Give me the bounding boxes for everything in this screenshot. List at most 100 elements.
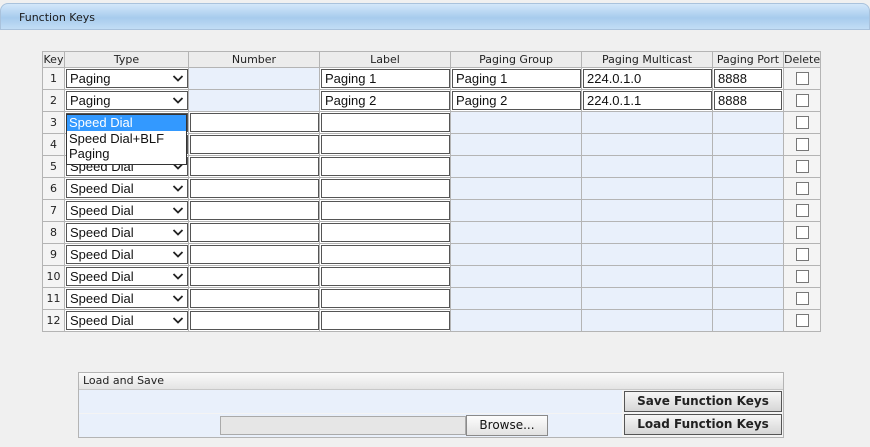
label-input[interactable]	[321, 289, 450, 308]
type-select[interactable]: Paging	[66, 69, 188, 88]
number-input[interactable]	[190, 289, 319, 308]
paging-multicast-cell-disabled	[581, 111, 713, 134]
key-number: 10	[42, 265, 65, 288]
label-input[interactable]	[321, 267, 450, 286]
type-select-value: Speed Dial	[70, 203, 134, 218]
type-select[interactable]: Speed Dial	[66, 289, 188, 308]
paging-group-cell-disabled	[450, 177, 582, 200]
column-header-delete: Delete	[782, 51, 822, 68]
type-select-value: Speed Dial	[70, 181, 134, 196]
table-row: 1 Paging Paging 1 Paging 1 224.0.1.0 8888	[42, 67, 822, 90]
delete-checkbox[interactable]	[795, 292, 809, 306]
type-select[interactable]: Speed Dial	[66, 223, 188, 242]
key-number: 2	[42, 89, 65, 112]
paging-multicast-cell-disabled	[581, 155, 713, 178]
delete-checkbox[interactable]	[795, 248, 809, 262]
number-input[interactable]	[190, 311, 319, 330]
table-row: 2 Paging Paging 2 Paging 2 224.0.1.1 8888	[42, 89, 822, 112]
paging-port-cell-disabled	[712, 177, 784, 200]
chevron-down-icon	[172, 75, 184, 82]
number-input[interactable]	[190, 267, 319, 286]
type-select[interactable]: Speed Dial	[66, 179, 188, 198]
save-function-keys-button[interactable]: Save Function Keys	[624, 391, 782, 412]
number-input[interactable]	[190, 135, 319, 154]
table-row: 10 Speed Dial	[42, 265, 822, 288]
type-dropdown-list[interactable]: Speed Dial Speed Dial+BLF Paging	[66, 114, 187, 165]
number-input[interactable]	[190, 223, 319, 242]
delete-checkbox[interactable]	[795, 94, 809, 108]
table-row: 9 Speed Dial	[42, 243, 822, 266]
label-input[interactable]	[321, 135, 450, 154]
paging-multicast-cell-disabled	[581, 243, 713, 266]
type-select-value: Speed Dial	[70, 247, 134, 262]
column-header-paging-group: Paging Group	[450, 51, 582, 68]
delete-checkbox[interactable]	[795, 160, 809, 174]
dropdown-option-speed-dial[interactable]: Speed Dial	[67, 115, 186, 131]
column-header-label: Label	[319, 51, 451, 68]
paging-group-input[interactable]: Paging 1	[452, 69, 581, 88]
label-input[interactable]	[321, 179, 450, 198]
key-number: 7	[42, 199, 65, 222]
paging-group-cell-disabled	[450, 265, 582, 288]
key-number: 8	[42, 221, 65, 244]
delete-checkbox[interactable]	[795, 72, 809, 86]
paging-group-cell-disabled	[450, 155, 582, 178]
key-number: 11	[42, 287, 65, 310]
paging-port-input[interactable]: 8888	[714, 69, 782, 88]
label-input[interactable]	[321, 311, 450, 330]
type-select[interactable]: Speed Dial	[66, 311, 188, 330]
type-select[interactable]: Speed Dial	[66, 201, 188, 220]
paging-group-cell-disabled	[450, 287, 582, 310]
delete-checkbox[interactable]	[795, 270, 809, 284]
file-path-field[interactable]	[220, 416, 466, 435]
paging-port-cell-disabled	[712, 243, 784, 266]
paging-multicast-cell-disabled	[581, 199, 713, 222]
paging-group-cell-disabled	[450, 199, 582, 222]
dropdown-option-paging[interactable]: Paging	[67, 146, 186, 162]
type-select-value: Paging	[70, 93, 111, 108]
label-input[interactable]	[321, 113, 450, 132]
dropdown-option-speed-dial-blf[interactable]: Speed Dial+BLF	[67, 131, 186, 147]
delete-checkbox[interactable]	[795, 204, 809, 218]
paging-port-cell-disabled	[712, 199, 784, 222]
browse-button[interactable]: Browse...	[466, 415, 548, 436]
paging-multicast-cell-disabled	[581, 177, 713, 200]
label-input[interactable]	[321, 223, 450, 242]
label-input[interactable]	[321, 157, 450, 176]
delete-checkbox[interactable]	[795, 226, 809, 240]
type-select[interactable]: Speed Dial	[66, 245, 188, 264]
number-input[interactable]	[190, 201, 319, 220]
delete-checkbox[interactable]	[795, 182, 809, 196]
key-number: 6	[42, 177, 65, 200]
chevron-down-icon	[172, 207, 184, 214]
number-input[interactable]	[190, 179, 319, 198]
key-number: 5	[42, 155, 65, 178]
chevron-down-icon	[172, 185, 184, 192]
load-function-keys-button[interactable]: Load Function Keys	[624, 414, 782, 435]
paging-group-cell-disabled	[450, 111, 582, 134]
label-input[interactable]	[321, 245, 450, 264]
number-input[interactable]	[190, 157, 319, 176]
number-input[interactable]	[190, 245, 319, 264]
type-select[interactable]: Paging	[66, 91, 188, 110]
paging-group-cell-disabled	[450, 309, 582, 332]
paging-group-input[interactable]: Paging 2	[452, 91, 581, 110]
load-and-save-panel: Load and Save Browse... Save Function Ke…	[78, 372, 784, 438]
paging-port-input[interactable]: 8888	[714, 91, 782, 110]
chevron-down-icon	[172, 295, 184, 302]
paging-multicast-input[interactable]: 224.0.1.1	[583, 91, 712, 110]
paging-multicast-cell-disabled	[581, 265, 713, 288]
type-select[interactable]: Speed Dial	[66, 267, 188, 286]
delete-checkbox[interactable]	[795, 138, 809, 152]
delete-checkbox[interactable]	[795, 116, 809, 130]
number-input[interactable]	[190, 113, 319, 132]
column-header-type: Type	[64, 51, 189, 68]
label-input[interactable]: Paging 1	[321, 69, 450, 88]
table-row: 7 Speed Dial	[42, 199, 822, 222]
label-input[interactable]	[321, 201, 450, 220]
type-select-value: Speed Dial	[70, 291, 134, 306]
save-row	[79, 390, 622, 413]
label-input[interactable]: Paging 2	[321, 91, 450, 110]
delete-checkbox[interactable]	[795, 314, 809, 328]
paging-multicast-input[interactable]: 224.0.1.0	[583, 69, 712, 88]
